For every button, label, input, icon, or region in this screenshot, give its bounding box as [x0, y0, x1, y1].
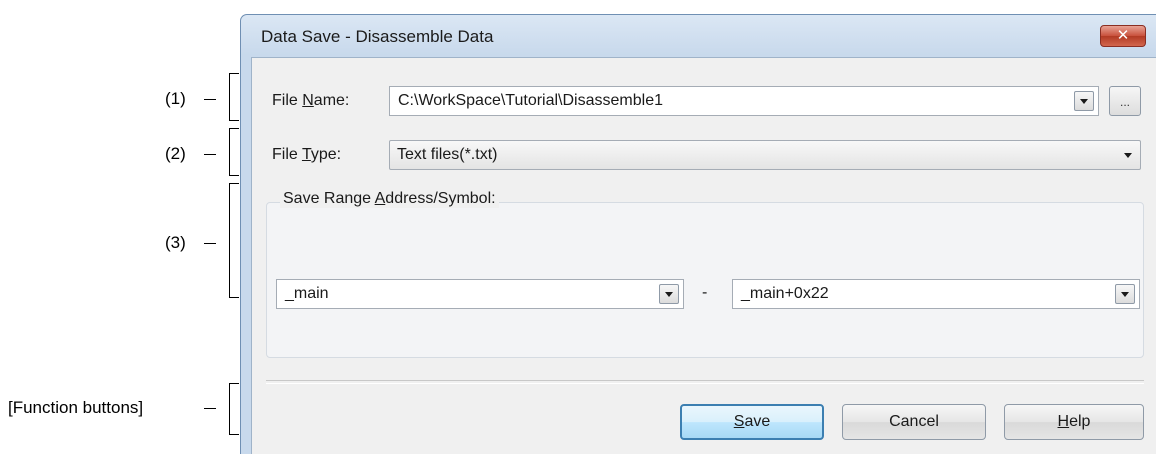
file-type-select[interactable]: Text files(*.txt) — [389, 140, 1141, 170]
annotation-label: (2) — [165, 144, 186, 163]
annotation-label: (1) — [165, 89, 186, 108]
data-save-dialog: Data Save - Disassemble Data ✕ File Name… — [240, 14, 1156, 454]
annotation-bracket — [229, 183, 239, 298]
range-end-value: _main+0x22 — [741, 285, 829, 302]
title-bar[interactable]: Data Save - Disassemble Data ✕ — [241, 15, 1156, 57]
annotation-label: [Function buttons] — [8, 398, 144, 417]
file-name-label: File Name: — [272, 92, 350, 109]
range-start-dropdown-button[interactable] — [659, 284, 679, 304]
annotation-bracket — [229, 128, 239, 176]
save-range-title: Save Range Address/Symbol: — [280, 190, 499, 208]
help-button[interactable]: Help — [1004, 404, 1144, 440]
dialog-client-area: File Name: C:\WorkSpace\Tutorial\Disasse… — [251, 57, 1156, 454]
annotation-dash — [204, 154, 216, 155]
buttons-separator — [266, 380, 1144, 384]
chevron-down-icon — [1124, 153, 1132, 158]
range-end-dropdown-button[interactable] — [1115, 284, 1135, 304]
file-name-dropdown-button[interactable] — [1074, 91, 1094, 111]
close-button[interactable]: ✕ — [1100, 25, 1146, 47]
annotation-bracket — [229, 383, 239, 435]
file-type-label: File Type: — [272, 146, 342, 163]
close-icon: ✕ — [1116, 27, 1130, 44]
chevron-down-icon — [1121, 292, 1129, 297]
save-button[interactable]: Save — [680, 404, 824, 440]
range-separator: - — [702, 284, 708, 301]
cancel-button[interactable]: Cancel — [842, 404, 986, 440]
ellipsis-icon: ... — [1119, 95, 1130, 109]
range-start-combo[interactable]: _main — [276, 279, 684, 309]
range-end-combo[interactable]: _main+0x22 — [732, 279, 1140, 309]
dialog-title: Data Save - Disassemble Data — [261, 27, 494, 46]
chevron-down-icon — [1080, 99, 1088, 104]
file-name-value: C:\WorkSpace\Tutorial\Disassemble1 — [398, 92, 663, 109]
range-start-value: _main — [285, 285, 329, 302]
file-name-combo[interactable]: C:\WorkSpace\Tutorial\Disassemble1 — [389, 86, 1099, 116]
annotation-dash — [204, 243, 216, 244]
annotation-dash — [204, 99, 216, 100]
browse-button[interactable]: ... — [1109, 86, 1141, 116]
annotation-label: (3) — [165, 233, 186, 252]
chevron-down-icon — [665, 292, 673, 297]
file-type-value: Text files(*.txt) — [397, 146, 498, 163]
annotation-bracket — [229, 73, 239, 121]
annotation-dash — [204, 408, 216, 409]
